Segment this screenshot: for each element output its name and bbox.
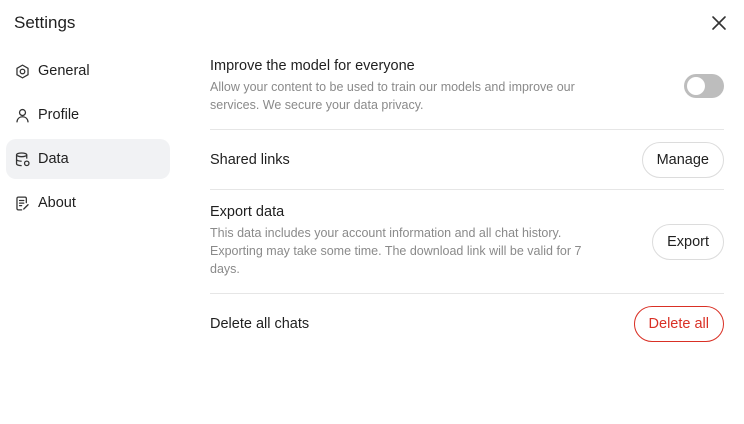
export-button[interactable]: Export <box>652 224 724 260</box>
settings-sidebar: General Profile Data About <box>6 51 170 227</box>
shared-links-row: Shared links Manage <box>210 130 724 190</box>
page-title: Settings <box>14 13 76 32</box>
sidebar-item-label: Data <box>38 151 69 167</box>
improve-model-title: Improve the model for everyone <box>210 58 415 74</box>
sidebar-item-label: General <box>38 63 90 79</box>
export-data-row: Export data This data includes your acco… <box>210 190 724 294</box>
improve-model-row: Improve the model for everyone Allow you… <box>210 52 724 130</box>
improve-model-toggle[interactable] <box>684 74 724 98</box>
delete-chats-row: Delete all chats Delete all <box>210 294 724 354</box>
export-data-description: This data includes your account informat… <box>210 226 582 276</box>
database-icon <box>15 151 30 166</box>
gear-icon <box>16 63 29 79</box>
export-data-title: Export data <box>210 204 285 220</box>
close-button[interactable] <box>709 13 729 33</box>
sidebar-item-label: About <box>38 195 76 211</box>
manage-button[interactable]: Manage <box>641 142 724 178</box>
sidebar-item-data[interactable]: Data <box>6 139 170 179</box>
data-settings-panel: Improve the model for everyone Allow you… <box>210 52 724 354</box>
delete-all-button[interactable]: Delete all <box>633 306 724 342</box>
close-icon[interactable] <box>709 13 729 33</box>
delete-chats-title: Delete all chats <box>210 316 310 332</box>
user-icon <box>16 108 29 123</box>
sidebar-item-profile[interactable]: Profile <box>6 95 170 135</box>
sidebar-item-label: Profile <box>38 107 80 123</box>
toggle-knob <box>687 77 705 95</box>
sidebar-item-general[interactable]: General <box>6 51 170 91</box>
improve-model-description: Allow your content to be used to train o… <box>210 80 575 112</box>
document-icon <box>16 195 29 211</box>
shared-links-title: Shared links <box>210 151 290 168</box>
sidebar-item-about[interactable]: About <box>6 183 170 223</box>
